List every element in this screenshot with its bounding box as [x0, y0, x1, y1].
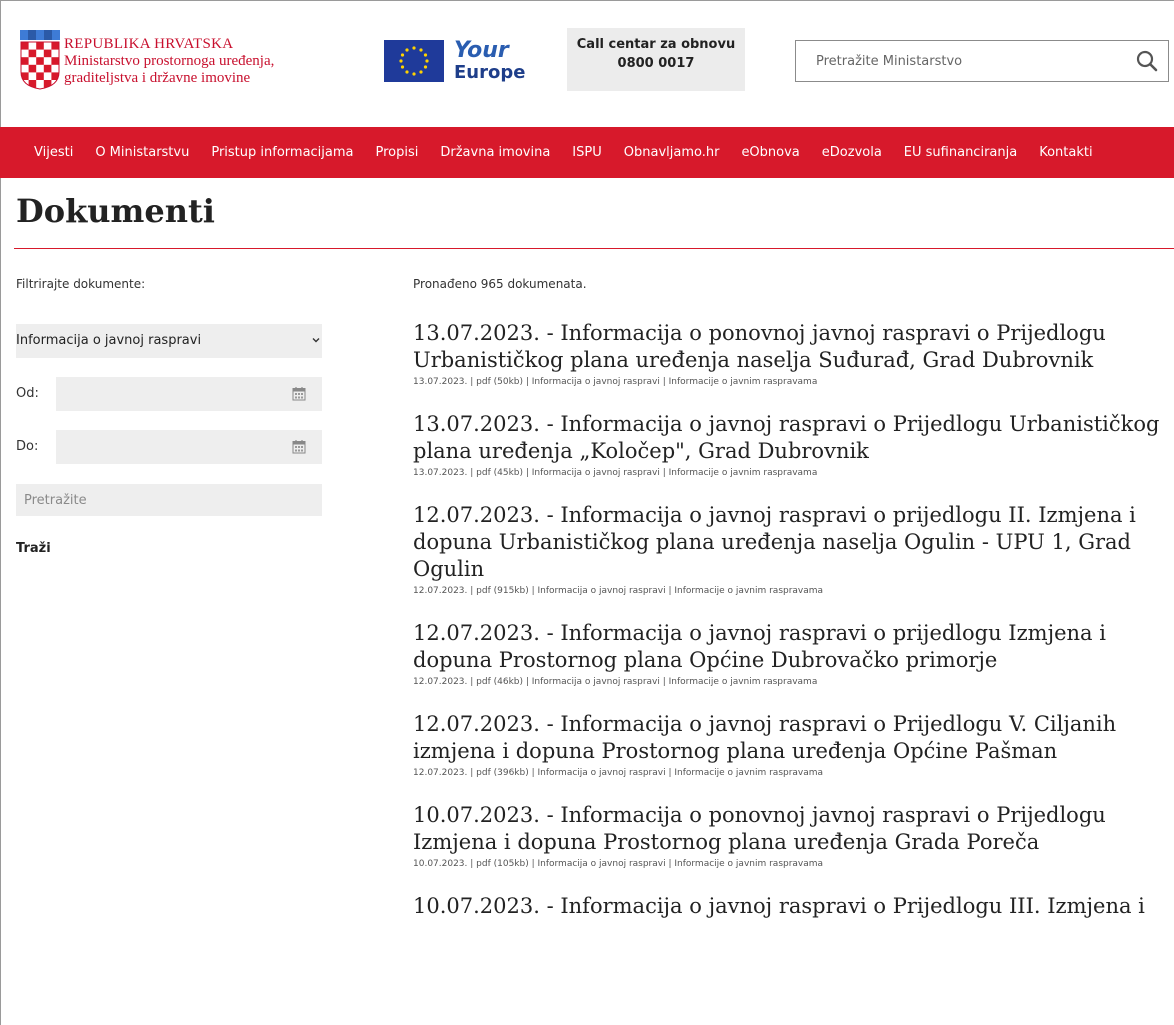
document-search-field	[16, 484, 322, 516]
your-europe-logo[interactable]: Your Europe	[448, 38, 534, 86]
chevron-down-icon	[312, 338, 320, 343]
your-europe-line-1: Your	[454, 38, 509, 63]
nav-item-pristup-informacijama[interactable]: Pristup informacijama	[211, 145, 353, 160]
calendar-icon[interactable]	[292, 386, 306, 401]
nav-item-ispu[interactable]: ISPU	[572, 145, 601, 160]
document-meta: 12.07.2023. | pdf (915kb) | Informacija …	[413, 586, 824, 596]
document-title-link[interactable]: 13.07.2023. - Informacija o ponovnoj jav…	[413, 320, 1169, 374]
calendar-icon[interactable]	[292, 439, 306, 454]
logo-line-2: Ministarstvo prostornoga uređenja,	[64, 53, 275, 69]
nav-item-eobnova[interactable]: eObnova	[741, 145, 799, 160]
document-search-input[interactable]	[16, 484, 322, 516]
site-search	[795, 40, 1169, 82]
date-from-input[interactable]	[56, 377, 322, 411]
document-meta: 13.07.2023. | pdf (45kb) | Informacija o…	[413, 468, 818, 478]
site-header: REPUBLIKA HRVATSKA Ministarstvo prostorn…	[0, 0, 1174, 127]
list-item: 13.07.2023. - Informacija o javnoj raspr…	[413, 411, 1169, 478]
logo-line-1: REPUBLIKA HRVATSKA	[64, 36, 234, 52]
date-from-row: Od:	[16, 377, 322, 411]
nav-item-o-ministarstvu[interactable]: O Ministarstvu	[95, 145, 189, 160]
nav-item-vijesti[interactable]: Vijesti	[34, 145, 73, 160]
site-search-input[interactable]	[796, 41, 1116, 81]
nav-item-edozvola[interactable]: eDozvola	[822, 145, 882, 160]
date-from-label: Od:	[16, 386, 39, 401]
document-title-link[interactable]: 10.07.2023. - Informacija o javnoj raspr…	[413, 893, 1169, 920]
document-meta: 12.07.2023. | pdf (46kb) | Informacija o…	[413, 677, 818, 687]
document-title-link[interactable]: 12.07.2023. - Informacija o javnoj raspr…	[413, 711, 1169, 765]
filter-label: Filtrirajte dokumente:	[16, 277, 146, 291]
document-title-link[interactable]: 12.07.2023. - Informacija o javnoj raspr…	[413, 502, 1169, 583]
nav-item-propisi[interactable]: Propisi	[376, 145, 419, 160]
document-title-link[interactable]: 12.07.2023. - Informacija o javnoj raspr…	[413, 620, 1169, 674]
results-count: Pronađeno 965 dokumenata.	[413, 277, 587, 291]
list-item: 10.07.2023. - Informacija o javnoj raspr…	[413, 893, 1169, 920]
nav-item-obnavljamo-hr[interactable]: Obnavljamo.hr	[624, 145, 720, 160]
call-center-label: Call centar za obnovu	[576, 37, 736, 52]
search-icon[interactable]	[1132, 46, 1162, 76]
your-europe-line-2: Europe	[454, 62, 526, 83]
document-title-link[interactable]: 10.07.2023. - Informacija o ponovnoj jav…	[413, 802, 1169, 856]
page-title: Dokumenti	[16, 192, 215, 230]
date-to-label: Do:	[16, 439, 39, 454]
main-navigation: Vijesti O Ministarstvu Pristup informacija…	[0, 127, 1174, 178]
list-item: 12.07.2023. - Informacija o javnoj raspr…	[413, 502, 1169, 596]
call-center-box[interactable]: Call centar za obnovu 0800 0017	[567, 28, 745, 91]
document-type-selected: Informacija o javnoj raspravi	[16, 333, 202, 348]
list-item: 12.07.2023. - Informacija o javnoj raspr…	[413, 620, 1169, 687]
search-submit-button[interactable]: Traži	[16, 541, 51, 556]
document-title-link[interactable]: 13.07.2023. - Informacija o javnoj raspr…	[413, 411, 1169, 465]
call-center-number: 0800 0017	[617, 56, 695, 71]
document-meta: 12.07.2023. | pdf (396kb) | Informacija …	[413, 768, 824, 778]
croatian-coat-of-arms-icon	[20, 30, 60, 90]
list-item: 13.07.2023. - Informacija o ponovnoj jav…	[413, 320, 1169, 387]
document-meta: 10.07.2023. | pdf (105kb) | Informacija …	[413, 859, 824, 869]
nav-list: Vijesti O Ministarstvu Pristup informacija…	[34, 127, 1115, 178]
document-type-select[interactable]: Informacija o javnoj raspravi	[16, 324, 322, 358]
title-divider	[14, 248, 1174, 249]
eu-flag-icon[interactable]	[384, 40, 444, 82]
nav-item-eu-sufinanciranja[interactable]: EU sufinanciranja	[904, 145, 1017, 160]
ministry-name: REPUBLIKA HRVATSKA Ministarstvo prostorn…	[64, 36, 274, 87]
ministry-logo[interactable]: REPUBLIKA HRVATSKA Ministarstvo prostorn…	[18, 28, 328, 92]
list-item: 12.07.2023. - Informacija o javnoj raspr…	[413, 711, 1169, 778]
date-to-row: Do:	[16, 430, 322, 464]
nav-item-drzavna-imovina[interactable]: Državna imovina	[440, 145, 550, 160]
logo-line-3: graditeljstva i državne imovine	[64, 70, 251, 86]
results-list: 13.07.2023. - Informacija o ponovnoj jav…	[413, 320, 1169, 944]
document-meta: 13.07.2023. | pdf (50kb) | Informacija o…	[413, 377, 818, 387]
list-item: 10.07.2023. - Informacija o ponovnoj jav…	[413, 802, 1169, 869]
nav-item-kontakti[interactable]: Kontakti	[1039, 145, 1092, 160]
date-to-input[interactable]	[56, 430, 322, 464]
